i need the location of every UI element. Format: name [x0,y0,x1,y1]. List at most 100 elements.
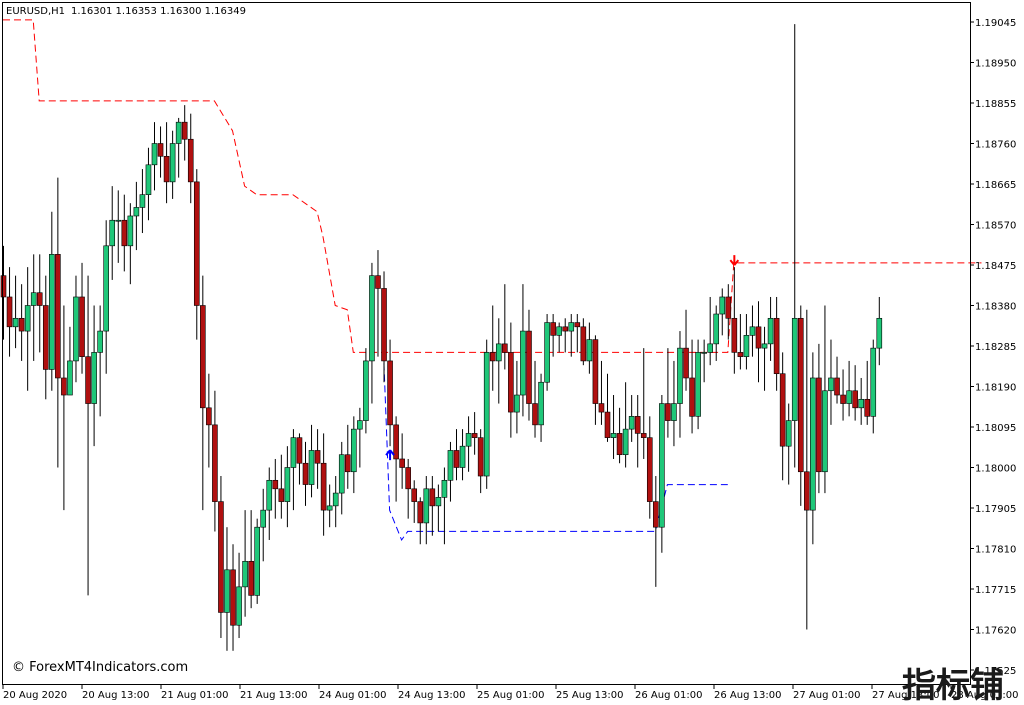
candle-body-bear [399,458,405,468]
candle-body-bull [332,492,339,507]
candle-body-bear [532,403,538,426]
candle-body-bull [858,398,864,409]
candle-body-bull [103,245,109,332]
candle-body-bull [73,296,79,362]
candle-body-bull [677,347,683,404]
chart-area[interactable]: 1.19045 1.18950 1.18855 1.18760 1.18665 1.185… [0,0,1024,705]
candle-body-bear [212,424,218,502]
candle-body-bull [49,254,55,370]
candle-body-bull [115,219,122,222]
candle-body-bull [713,313,720,345]
candle-body-bear [200,305,206,409]
candle-body-bull [520,330,526,396]
candle-body-bear [834,377,840,396]
candle-body-bull [363,360,369,421]
candle-body-bull [483,352,490,477]
y-tick-label: 1.18000 [975,464,1016,475]
candle-body-bull [169,143,176,183]
candle-body-bull [423,488,430,524]
candle-body-bull [109,219,116,247]
candle-body-bull [791,317,798,421]
candle-body-bear [616,433,623,456]
candle-body-bear [79,296,85,357]
candle-body-bull [266,479,273,511]
watermark-logo: 指标铺 [902,666,1004,705]
candle-body-bear [411,488,418,502]
candle-body-bull [828,377,834,392]
candle [483,339,490,489]
candle-body-bull [441,479,448,498]
x-tick-label: 21 Aug 13:00 [240,690,307,701]
candle-body-bull [538,381,544,426]
x-tick-label: 24 Aug 01:00 [319,690,386,701]
candle-body-bear [272,479,279,490]
candle-body-bear [852,390,858,409]
x-tick-label: 21 Aug 01:00 [161,690,228,701]
candle-body-bear [42,305,49,370]
candle-body-bull [459,445,466,468]
candle-body-bull [290,437,297,468]
candle-body-bear [773,317,780,375]
candle-body-bull [97,330,103,353]
x-tick-label: 26 Aug 13:00 [714,690,781,701]
candle-body-bull [369,275,375,362]
candle-body-bear [230,569,236,626]
candle-body-bear [405,467,411,490]
candle-body-bull [224,569,230,613]
x-tick-label: 20 Aug 13:00 [82,690,149,701]
candle-body-bear [181,121,188,140]
candle-body-bear [526,330,532,404]
candle-body-bull [260,509,267,528]
x-tick-label: 24 Aug 13:00 [398,690,465,701]
y-tick-label: 1.18760 [975,140,1016,151]
candle-body-bear [320,462,327,511]
candle-body-bear [797,317,804,473]
candle-body-bear [840,394,846,404]
candle-body-bull [556,326,562,336]
y-tick-label: 1.18380 [975,302,1016,313]
y-tick-label: 1.18950 [975,59,1016,70]
y-tick-label: 1.18855 [975,99,1016,110]
candle-body-bull [749,326,756,336]
candle-body-bull [870,347,877,417]
candle-body-bull [610,433,617,438]
candle-body-bear [550,322,556,336]
candle-body-bull [785,420,792,447]
candle-body-bear [55,254,61,379]
candle-body-bear [0,275,7,298]
candle-body-bull [175,121,182,144]
candle-body-bear [314,450,321,464]
candle-body-bear [375,275,381,289]
candle-body-bear [453,450,460,468]
candle-body-bear [646,437,653,502]
candle-body-bear [604,411,611,438]
candle-body-bear [187,138,194,183]
x-tick-label: 20 Aug 2020 [3,690,67,701]
candle-body-bull [67,360,73,396]
candle-body-bear [387,360,393,426]
y-tick-label: 1.17620 [975,626,1016,637]
candle-body-bull [465,433,472,447]
candle-body-bear [18,317,25,332]
candle-body-bull [447,450,454,481]
candle-body-bear [508,352,514,413]
candle-body-bear [344,454,351,473]
candle-body-bear [562,326,569,332]
candle-body-bear [731,317,738,353]
candle-body-bear [296,437,303,464]
candle-body-bear [779,373,786,447]
candle-body-bull [284,467,291,502]
candle-body-bear [6,296,13,328]
candle-body-bull [707,343,713,353]
candle-body-bear [429,488,436,507]
candlestick-chart[interactable]: 1.19045 1.18950 1.18855 1.18760 1.18665 1.185… [0,0,1024,705]
y-tick-label: 1.17905 [975,504,1016,515]
candle-body-bull [761,343,768,349]
y-tick-label: 1.18285 [975,342,1016,353]
candle-body-bull [242,560,248,588]
x-tick-label: 27 Aug 01:00 [793,690,860,701]
candle-body-bear [302,462,309,485]
candle-body-bear [218,501,224,613]
candle-body-bear [574,322,581,328]
candle-body-bull [495,343,502,362]
